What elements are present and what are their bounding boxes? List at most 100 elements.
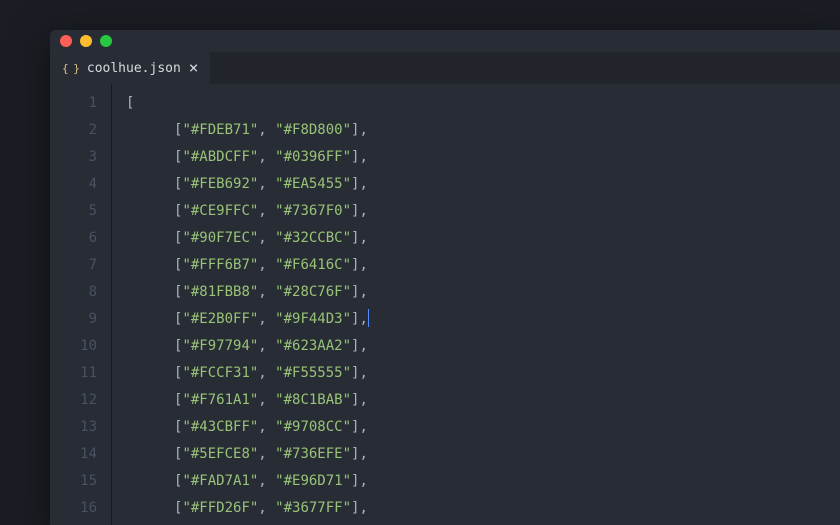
code-line[interactable]: [ [126,90,840,117]
comma: , [258,311,275,327]
line-number: 13 [50,414,97,441]
color-string: "#E2B0FF" [182,311,258,327]
color-string: "#9F44D3" [275,311,351,327]
window-minimize-icon[interactable] [80,35,92,47]
line-number: 8 [50,279,97,306]
editor-area[interactable]: 12345678910111213141516 [["#FDEB71", "#F… [50,84,840,525]
trailing-comma: , [359,176,367,192]
trailing-comma: , [359,419,367,435]
color-string: "#FCCF31" [182,365,258,381]
comma: , [258,230,275,246]
code-line[interactable]: ["#90F7EC", "#32CCBC"], [126,225,840,252]
tab-close-icon[interactable]: × [189,60,199,76]
color-string: "#FFF6B7" [182,257,258,273]
code-line[interactable]: ["#ABDCFF", "#0396FF"], [126,144,840,171]
code-line[interactable]: ["#FDEB71", "#F8D800"], [126,117,840,144]
line-number: 11 [50,360,97,387]
text-cursor [368,309,369,327]
trailing-comma: , [359,446,367,462]
tab-bar: { } coolhue.json × [50,52,840,84]
color-string: "#5EFCE8" [182,446,258,462]
json-file-icon: { } [62,62,79,75]
color-string: "#FEB692" [182,176,258,192]
comma: , [258,500,275,516]
trailing-comma: , [359,203,367,219]
comma: , [258,176,275,192]
line-number: 3 [50,144,97,171]
line-number: 16 [50,495,97,522]
trailing-comma: , [359,149,367,165]
color-string: "#FAD7A1" [182,473,258,489]
color-string: "#FDEB71" [182,122,258,138]
tab-coolhue-json[interactable]: { } coolhue.json × [50,52,210,84]
color-string: "#F55555" [275,365,351,381]
trailing-comma: , [359,392,367,408]
code-line[interactable]: ["#5EFCE8", "#736EFE"], [126,441,840,468]
line-number: 14 [50,441,97,468]
trailing-comma: , [359,338,367,354]
code-line[interactable]: ["#FEB692", "#EA5455"], [126,171,840,198]
comma: , [258,149,275,165]
color-string: "#F6416C" [275,257,351,273]
code-line[interactable]: ["#FAD7A1", "#E96D71"], [126,468,840,495]
color-string: "#ABDCFF" [182,149,258,165]
color-string: "#736EFE" [275,446,351,462]
line-number: 12 [50,387,97,414]
tab-filename: coolhue.json [87,61,181,76]
line-number: 9 [50,306,97,333]
window-zoom-icon[interactable] [100,35,112,47]
comma: , [258,419,275,435]
code-line[interactable]: ["#FCCF31", "#F55555"], [126,360,840,387]
color-string: "#F97794" [182,338,258,354]
code-line[interactable]: ["#F761A1", "#8C1BAB"], [126,387,840,414]
trailing-comma: , [359,365,367,381]
color-string: "#7367F0" [275,203,351,219]
code-line[interactable]: ["#81FBB8", "#28C76F"], [126,279,840,306]
code-line[interactable]: ["#CE9FFC", "#7367F0"], [126,198,840,225]
trailing-comma: , [359,311,367,327]
trailing-comma: , [359,230,367,246]
color-string: "#F8D800" [275,122,351,138]
trailing-comma: , [359,257,367,273]
line-number: 6 [50,225,97,252]
line-number: 10 [50,333,97,360]
code-line[interactable]: ["#43CBFF", "#9708CC"], [126,414,840,441]
comma: , [258,203,275,219]
color-string: "#28C76F" [275,284,351,300]
comma: , [258,365,275,381]
color-string: "#E96D71" [275,473,351,489]
color-string: "#3677FF" [275,500,351,516]
color-string: "#F761A1" [182,392,258,408]
line-number: 7 [50,252,97,279]
code-line[interactable]: ["#FFF6B7", "#F6416C"], [126,252,840,279]
code-line[interactable]: ["#E2B0FF", "#9F44D3"], [126,306,840,333]
comma: , [258,284,275,300]
trailing-comma: , [359,122,367,138]
comma: , [258,122,275,138]
code-line[interactable]: ["#F97794", "#623AA2"], [126,333,840,360]
color-string: "#32CCBC" [275,230,351,246]
line-number-gutter: 12345678910111213141516 [50,84,112,525]
trailing-comma: , [359,284,367,300]
trailing-comma: , [359,473,367,489]
bracket-open: [ [126,95,134,111]
line-number: 1 [50,90,97,117]
line-number: 5 [50,198,97,225]
comma: , [258,446,275,462]
color-string: "#EA5455" [275,176,351,192]
trailing-comma: , [359,500,367,516]
color-string: "#FFD26F" [182,500,258,516]
comma: , [258,473,275,489]
color-string: "#9708CC" [275,419,351,435]
code-content[interactable]: [ ["#FDEB71", "#F8D800"],["#ABDCFF", "#03… [112,84,840,525]
color-string: "#CE9FFC" [182,203,258,219]
color-string: "#43CBFF" [182,419,258,435]
editor-window: { } coolhue.json × 123456789101112131415… [50,30,840,525]
color-string: "#623AA2" [275,338,351,354]
code-line[interactable]: ["#FFD26F", "#3677FF"], [126,495,840,522]
comma: , [258,338,275,354]
line-number: 15 [50,468,97,495]
comma: , [258,257,275,273]
window-close-icon[interactable] [60,35,72,47]
color-string: "#81FBB8" [182,284,258,300]
